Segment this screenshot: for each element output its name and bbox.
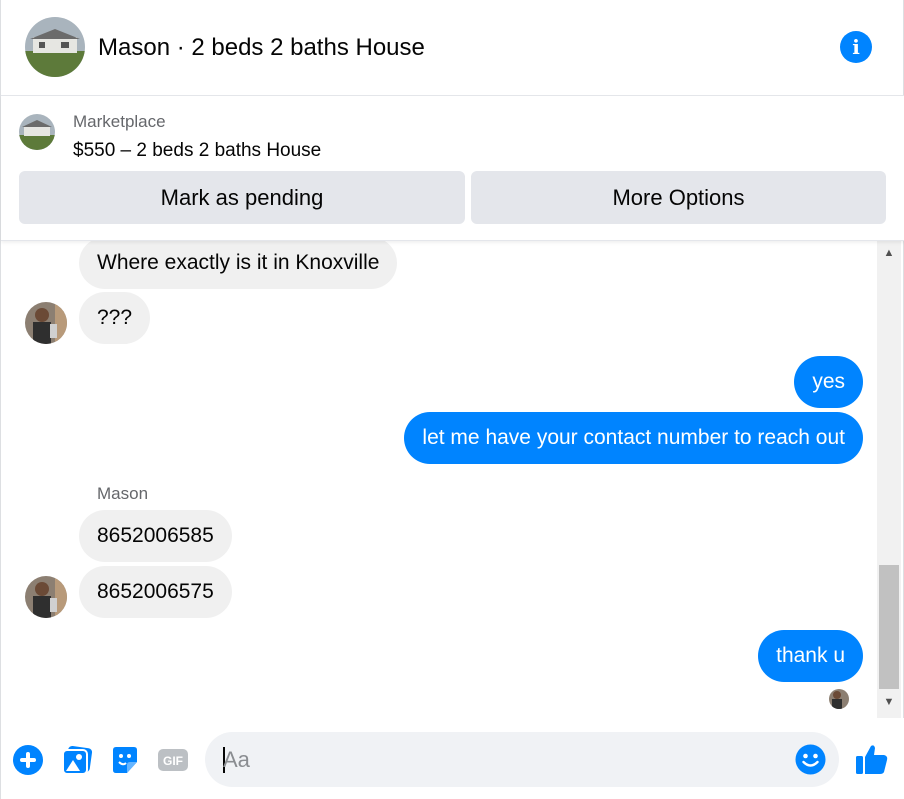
listing-avatar[interactable] <box>25 17 85 77</box>
message-bubble[interactable]: 8652006585 <box>79 510 232 562</box>
mark-as-pending-button[interactable]: Mark as pending <box>19 171 465 224</box>
message-thread[interactable]: Where exactly is it in Knoxville ??? yes… <box>1 241 877 718</box>
message-input-container[interactable] <box>205 732 839 787</box>
photo-icon[interactable] <box>61 744 93 776</box>
chat-header: Mason · 2 beds 2 baths House i <box>1 0 904 96</box>
avatar[interactable] <box>25 576 67 618</box>
message-input[interactable] <box>223 732 783 787</box>
gif-icon-label: GIF <box>163 754 183 768</box>
message-bubble[interactable]: ??? <box>79 292 151 344</box>
info-icon[interactable]: i <box>840 31 872 63</box>
messenger-window: Mason · 2 beds 2 baths House i Marketpla… <box>0 0 904 799</box>
message-bubble[interactable]: Where exactly is it in Knoxville <box>79 241 398 289</box>
seen-avatar <box>829 689 849 709</box>
message-bubble[interactable]: let me have your contact number to reach… <box>404 412 863 464</box>
emoji-icon[interactable] <box>795 744 826 775</box>
sender-name: Mason <box>97 484 149 503</box>
chat-title[interactable]: Mason · 2 beds 2 baths House <box>98 34 425 62</box>
marketplace-bar: Marketplace $550 – 2 beds 2 baths House … <box>1 96 904 241</box>
scroll-up-arrow-icon[interactable]: ▲ <box>877 241 901 265</box>
listing-title[interactable]: $550 – 2 beds 2 baths House <box>73 140 321 162</box>
message-bubble[interactable]: 8652006575 <box>79 566 232 618</box>
scroll-down-arrow-icon[interactable]: ▼ <box>877 690 901 714</box>
listing-thumbnail[interactable] <box>19 114 55 150</box>
plus-icon[interactable] <box>12 744 44 776</box>
more-options-button[interactable]: More Options <box>471 171 886 224</box>
gif-icon[interactable]: GIF <box>157 744 189 776</box>
message-bubble[interactable]: yes <box>794 356 863 408</box>
like-icon[interactable] <box>855 742 888 774</box>
composer: GIF <box>1 718 904 799</box>
message-bubble[interactable]: thank u <box>758 630 863 682</box>
sticker-icon[interactable] <box>109 744 141 776</box>
scrollbar[interactable]: ▲ ▼ <box>877 241 901 718</box>
scrollbar-thumb[interactable] <box>879 565 899 689</box>
avatar[interactable] <box>25 302 67 344</box>
marketplace-label: Marketplace <box>73 112 166 131</box>
